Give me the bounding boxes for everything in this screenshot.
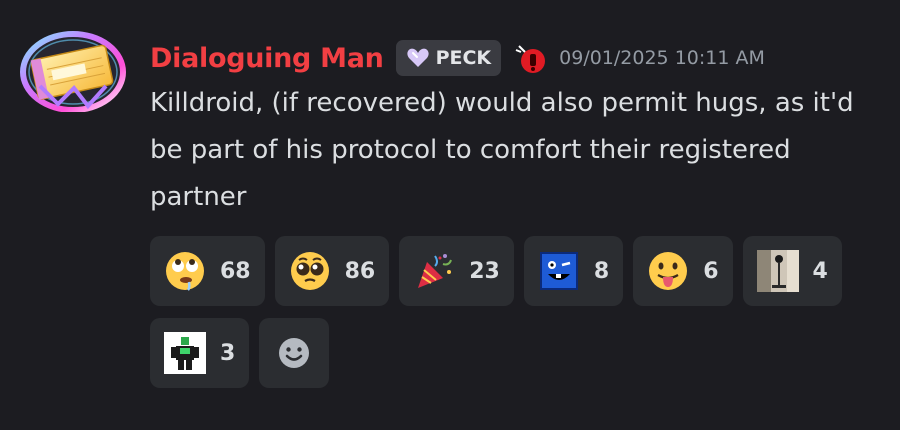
- reaction-button[interactable]: 86: [274, 236, 390, 306]
- server-tag-label: PECK: [435, 47, 492, 69]
- green-robot-figure-icon: [164, 332, 206, 374]
- reaction-button[interactable]: 6: [633, 236, 733, 306]
- notebook-avatar-icon: [20, 31, 126, 113]
- tongue-out-face-icon: [649, 252, 688, 290]
- reaction-count: 6: [703, 258, 719, 284]
- add-reaction-button[interactable]: [259, 318, 330, 388]
- party-popper-icon: [418, 254, 453, 288]
- reaction-button[interactable]: 68: [150, 236, 265, 306]
- reactions-bar: 68 86 23 8 6 4 3: [150, 236, 850, 388]
- message-content: Killdroid, (if recovered) would also per…: [150, 88, 854, 212]
- reaction-count: 23: [469, 258, 500, 284]
- reaction-button[interactable]: 3: [150, 318, 250, 388]
- server-tag[interactable]: PECK: [395, 40, 502, 76]
- reaction-count: 3: [220, 340, 236, 366]
- message-timestamp: 09/01/2025 10:11 AM: [559, 47, 765, 69]
- reaction-button[interactable]: 23: [399, 236, 514, 306]
- author-avatar[interactable]: [18, 28, 128, 113]
- rolling-eyes-drool-icon: [166, 252, 204, 291]
- blue-square-face-icon: [539, 252, 578, 290]
- reaction-count: 86: [344, 258, 376, 284]
- add-reaction-smile-icon: [279, 338, 310, 368]
- reaction-count: 8: [593, 258, 610, 284]
- reaction-button[interactable]: 4: [742, 236, 842, 306]
- author-name[interactable]: Dialoguing Man: [150, 43, 384, 74]
- red-bomb-icon: [515, 45, 546, 73]
- message-header: Dialoguing Man PECK 09/01/2025 10:11 AM: [150, 38, 765, 78]
- reaction-button[interactable]: 8: [523, 236, 624, 306]
- reaction-count: 68: [220, 258, 251, 284]
- reaction-count: 4: [812, 258, 828, 284]
- pleading-face-icon: [290, 252, 329, 290]
- heart-badge-icon: [406, 48, 429, 67]
- microphone-photo-icon: [756, 250, 799, 292]
